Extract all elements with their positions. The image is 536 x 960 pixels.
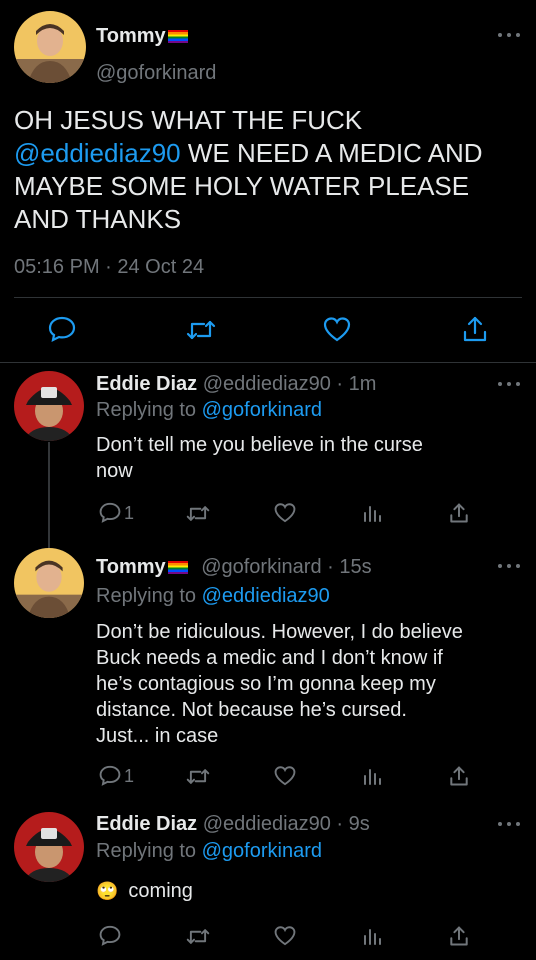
pride-flag-icon [167,30,188,44]
replying-to: Replying to @eddiediaz90 [96,585,330,608]
reply-text-line: Don’t tell me you believe in the curse [96,434,423,456]
share-icon[interactable] [449,925,469,947]
reply-text-line: Don’t be ridiculous. However, I do belie… [96,621,463,643]
author-handle[interactable]: @goforkinard [96,62,216,85]
heart-icon[interactable] [274,502,296,523]
analytics-icon[interactable] [362,766,382,786]
share-icon[interactable] [449,765,469,787]
author-name-row: Tommy [96,25,188,48]
avatar-eddie[interactable] [14,371,84,441]
eye-roll-emoji: 🙄 [96,881,119,901]
tweet-text: OH JESUS WHAT THE FUCK @eddiediaz90 WE N… [14,104,483,236]
more-icon[interactable] [498,379,520,389]
reply-text: 🙄 coming [96,880,193,903]
replying-to-label: Replying to [96,840,202,862]
speech-bubble-icon[interactable] [99,502,121,523]
reply-text-line: Buck needs a medic and I don’t know if [96,647,443,669]
display-name[interactable]: Tommy [96,556,166,578]
mention-link[interactable]: @goforkinard [202,399,322,421]
share-icon[interactable] [462,315,488,343]
handle-time[interactable]: @eddiediaz90 · 9s [203,813,370,835]
share-icon[interactable] [449,502,469,524]
reply-count: 1 [124,503,135,523]
reply-text-line: now [96,460,133,482]
analytics-icon[interactable] [362,503,382,523]
mention-link[interactable]: @eddiediaz90 [202,585,330,607]
thread-line [48,442,50,548]
retweet-icon[interactable] [186,318,216,342]
heart-icon[interactable] [274,765,296,786]
more-icon[interactable] [498,819,520,829]
replying-to-label: Replying to [96,399,202,421]
reply-text: Don’t tell me you believe in the curse n… [96,432,423,484]
heart-icon[interactable] [323,316,351,342]
avatar-eddie[interactable] [14,812,84,882]
tweet-text-line: AND THANKS [14,204,182,234]
avatar-tommy-main[interactable] [14,11,86,83]
handle-time[interactable]: @goforkinard · 15s [201,556,371,578]
more-icon[interactable] [498,561,520,571]
reply-text-line: coming [128,880,193,902]
reply-text-line: distance. Not because he’s cursed. [96,699,407,721]
retweet-icon[interactable] [186,927,210,946]
divider [0,362,536,363]
display-name[interactable]: Eddie Diaz [96,813,197,835]
mention-link[interactable]: @goforkinard [202,840,322,862]
divider [14,297,522,298]
avatar-tommy[interactable] [14,548,84,618]
tweet-text-line: MAYBE SOME HOLY WATER PLEASE [14,171,470,201]
reply-header: Tommy @goforkinard · 15s [96,556,372,579]
reply-text: Don’t be ridiculous. However, I do belie… [96,619,463,749]
display-name[interactable]: Eddie Diaz [96,373,197,395]
tweet-timestamp[interactable]: 05:16 PM · 24 Oct 24 [14,256,204,279]
reply-text-line: Just... in case [96,725,219,747]
replying-to-label: Replying to [96,585,202,607]
speech-bubble-icon[interactable] [99,765,121,786]
mention-link[interactable]: @eddiediaz90 [14,138,181,168]
more-icon[interactable] [498,30,520,40]
reply-header: Eddie Diaz @eddiediaz90 · 9s [96,813,370,836]
retweet-icon[interactable] [186,767,210,786]
retweet-icon[interactable] [186,504,210,523]
reply-header: Eddie Diaz @eddiediaz90 · 1m [96,373,376,396]
reply-count: 1 [124,766,135,786]
tweet-text-line: OH JESUS WHAT THE FUCK [14,105,363,135]
tweet-text-line: @eddiediaz90 WE NEED A MEDIC AND [14,137,483,170]
analytics-icon[interactable] [362,926,382,946]
reply-text-line: he’s contagious so I’m gonna keep my [96,673,436,695]
replying-to: Replying to @goforkinard [96,399,322,422]
pride-flag-icon [167,561,188,575]
handle-time[interactable]: @eddiediaz90 · 1m [203,373,377,395]
heart-icon[interactable] [274,925,296,946]
tweet-text-segment: WE NEED A MEDIC AND [180,138,483,168]
speech-bubble-icon[interactable] [99,925,121,946]
display-name[interactable]: Tommy [96,25,166,47]
replying-to: Replying to @goforkinard [96,840,322,863]
speech-bubble-icon[interactable] [48,316,76,342]
